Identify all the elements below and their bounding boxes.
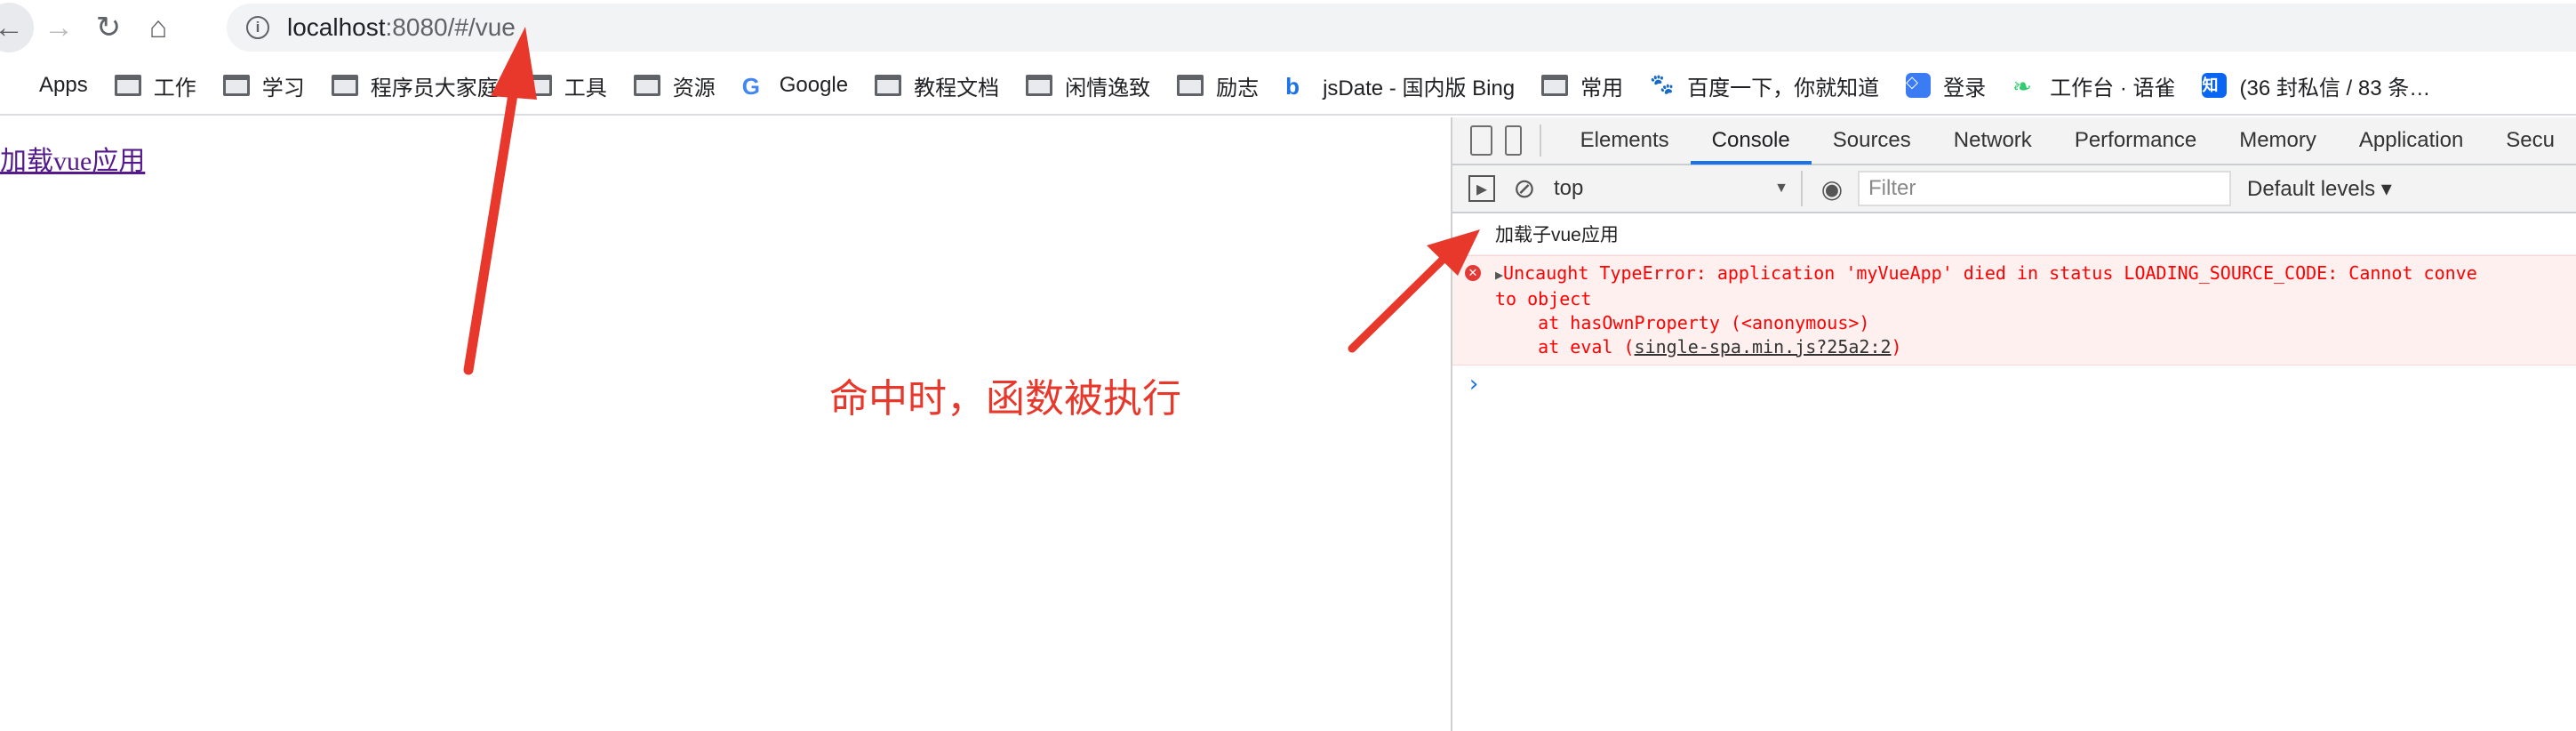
bookmark-label: 工作台 · 语雀 <box>2050 76 2176 100</box>
apps-grid-icon <box>4 74 27 97</box>
bookmark-item[interactable]: 工作 <box>114 70 196 101</box>
folder-icon <box>1026 75 1053 96</box>
tab-elements[interactable]: Elements <box>1559 116 1691 165</box>
bookmark-item[interactable]: b jsDate - 国内版 Bing <box>1285 70 1515 101</box>
bookmark-label: 工具 <box>564 76 607 100</box>
bookmark-label: 资源 <box>672 76 716 100</box>
console-toolbar: ▸ ⊘ top ▼ ◉ Default levels ▾ <box>1452 165 2576 213</box>
load-vue-app-link[interactable]: 加载vue应用 <box>0 139 145 178</box>
devtools-panel: Elements Console Sources Network Performance… <box>1451 117 2576 731</box>
bookmark-item[interactable]: 励志 <box>1177 70 1259 101</box>
tab-sources[interactable]: Sources <box>1812 116 1932 165</box>
stack-line-end: ) <box>1891 336 1902 357</box>
info-icon[interactable]: i <box>246 16 269 39</box>
bookmark-item[interactable]: 常用 <box>1541 70 1623 101</box>
filter-input[interactable] <box>1858 171 2231 206</box>
baidu-icon: 🐾 <box>1650 73 1675 95</box>
annotation-text: 命中时，函数被执行 <box>829 377 1181 421</box>
bookmark-item[interactable]: 🐾 百度一下，你就知道 <box>1650 70 1879 101</box>
reload-button[interactable]: ↻ <box>84 3 133 52</box>
tab-console[interactable]: Console <box>1690 116 1812 165</box>
folder-icon <box>524 75 552 96</box>
tab-network[interactable]: Network <box>1932 116 2053 165</box>
yuque-icon: ❧ <box>2012 73 2032 100</box>
bookmark-item[interactable]: G Google <box>741 73 849 100</box>
login-icon: ◇ <box>1906 73 1932 98</box>
context-selector[interactable]: top ▼ <box>1554 171 1803 206</box>
inspect-element-icon[interactable] <box>1470 125 1493 156</box>
stack-line: at eval ( <box>1495 336 1635 357</box>
back-button[interactable]: ← <box>0 3 34 52</box>
device-toolbar-icon[interactable] <box>1505 125 1522 156</box>
bookmark-item[interactable]: 闲情逸致 <box>1026 70 1150 101</box>
bookmark-label: (36 封私信 / 83 条… <box>2239 76 2431 100</box>
folder-icon <box>222 75 250 96</box>
bookmark-item[interactable]: 程序员大家庭 <box>331 70 499 101</box>
bookmark-item[interactable]: Apps <box>4 73 88 98</box>
bookmark-label: 程序员大家庭 <box>370 76 499 100</box>
bookmark-label: Apps <box>39 73 88 97</box>
expand-triangle-icon[interactable]: ▶ <box>1495 267 1503 283</box>
bookmark-label: 教程文档 <box>914 76 1000 100</box>
bing-icon: b <box>1285 73 1300 100</box>
folder-icon <box>633 75 660 96</box>
bookmark-label: 闲情逸致 <box>1065 76 1151 100</box>
error-line: to object <box>1495 288 1592 309</box>
bookmark-label: Google <box>779 73 849 97</box>
folder-icon <box>331 75 358 96</box>
devtools-tabs: Elements Console Sources Network Performance… <box>1452 117 2576 165</box>
bookmark-item[interactable]: 工具 <box>524 70 607 101</box>
clear-console-icon[interactable]: ⊘ <box>1511 174 1538 204</box>
url-text[interactable]: localhost:8080/#/vue <box>287 13 516 42</box>
folder-icon <box>1177 75 1204 96</box>
bookmark-item[interactable]: ◇ 登录 <box>1906 70 1986 101</box>
browser-toolbar: ← → ↻ ⌂ i localhost:8080/#/vue <box>0 0 2576 55</box>
folder-icon <box>1541 75 1569 96</box>
address-bar[interactable]: i localhost:8080/#/vue <box>227 4 2576 52</box>
folder-icon <box>114 75 141 96</box>
sidebar-toggle-icon[interactable]: ▸ <box>1468 175 1495 202</box>
page-content: 加载vue应用 命中时，函数被执行 <box>0 117 1451 731</box>
console-prompt[interactable]: › <box>1452 366 2576 398</box>
bookmark-item[interactable]: 资源 <box>633 70 716 101</box>
tab-memory[interactable]: Memory <box>2218 116 2338 165</box>
bookmark-label: 百度一下，你就知道 <box>1687 76 1880 100</box>
tab-performance[interactable]: Performance <box>2053 116 2218 165</box>
bookmark-item[interactable]: 知 (36 封私信 / 83 条… <box>2202 70 2430 101</box>
bookmark-label: 励志 <box>1216 76 1260 100</box>
divider <box>1539 125 1541 157</box>
console-log-message: 加载子vue应用 <box>1452 213 2576 255</box>
error-line: Uncaught TypeError: application 'myVueAp… <box>1503 262 2477 284</box>
console-output: 加载子vue应用 ✕ ▶Uncaught TypeError: applicati… <box>1452 213 2576 398</box>
bookmarks-bar: Apps 工作 学习 程序员大家庭 工具 资源 G Google 教程文档 闲情逸致 励志 b jsDa… <box>0 57 2576 116</box>
url-host: localhost <box>287 13 386 41</box>
tab-application[interactable]: Application <box>2338 116 2484 165</box>
forward-button[interactable]: → <box>34 3 84 52</box>
error-icon: ✕ <box>1465 265 1481 281</box>
bookmark-item[interactable]: 学习 <box>222 70 305 101</box>
bookmark-label: 登录 <box>1943 76 1987 100</box>
tab-secu[interactable]: Secu <box>2484 116 2576 165</box>
live-expression-eye-icon[interactable]: ◉ <box>1819 175 1845 203</box>
bookmark-label: 工作 <box>153 76 196 100</box>
source-link[interactable]: single-spa.min.js?25a2:2 <box>1635 336 1892 357</box>
log-levels-dropdown[interactable]: Default levels ▾ <box>2247 176 2392 202</box>
home-button[interactable]: ⌂ <box>133 3 183 52</box>
google-icon: G <box>741 73 760 100</box>
bookmark-label: 常用 <box>1580 76 1624 100</box>
bookmark-item[interactable]: ❧ 工作台 · 语雀 <box>2012 70 2175 101</box>
context-value: top <box>1554 176 1584 200</box>
dropdown-arrow-icon: ▼ <box>1774 181 1788 196</box>
stack-line: at hasOwnProperty (<anonymous>) <box>1495 312 1870 333</box>
bookmark-label: jsDate - 国内版 Bing <box>1323 76 1516 100</box>
zhihu-icon: 知 <box>2202 73 2228 98</box>
bookmark-label: 学习 <box>261 76 305 100</box>
url-path: :8080/#/vue <box>385 13 516 41</box>
bookmark-item[interactable]: 教程文档 <box>875 70 999 101</box>
console-error-message: ✕ ▶Uncaught TypeError: application 'myVue… <box>1452 255 2576 366</box>
folder-icon <box>875 75 902 96</box>
